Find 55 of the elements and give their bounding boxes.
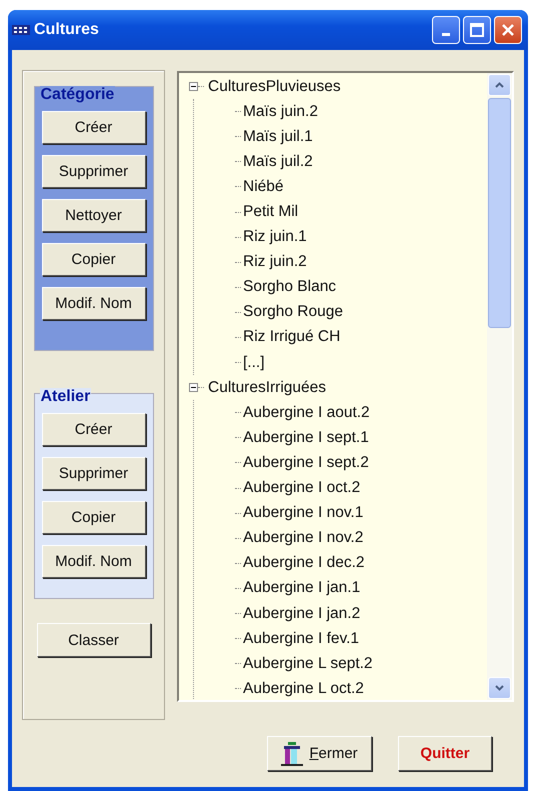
collapse-icon[interactable] bbox=[189, 82, 198, 92]
tree-item[interactable]: Aubergine L oct.2 bbox=[243, 680, 364, 698]
tree-item[interactable]: Aubergine I fev.1 bbox=[243, 630, 360, 648]
tree-item[interactable]: Riz juin.1 bbox=[243, 228, 307, 246]
atelier-button[interactable]: Copier bbox=[42, 501, 146, 534]
tree-item[interactable]: Riz juin.2 bbox=[243, 253, 307, 272]
tree-item[interactable]: Riz Irrigué CH bbox=[243, 328, 340, 346]
scroll-up-button[interactable] bbox=[488, 74, 511, 96]
scroll-thumb[interactable] bbox=[488, 98, 511, 328]
category-button[interactable]: Nettoyer bbox=[42, 199, 146, 232]
tree-item[interactable]: Aubergine I jan.1 bbox=[243, 579, 360, 598]
tree-item[interactable]: Sorgho Rouge bbox=[243, 303, 343, 322]
tree-node[interactable]: CulturesIrriguées bbox=[208, 378, 326, 397]
category-button[interactable]: Modif. Nom bbox=[42, 287, 146, 320]
door-icon bbox=[281, 742, 304, 766]
maximize-button[interactable] bbox=[463, 16, 491, 44]
atelier-button[interactable]: Créer bbox=[42, 413, 146, 446]
grid-icon bbox=[12, 23, 30, 37]
vertical-scrollbar[interactable] bbox=[487, 73, 512, 700]
tree-item[interactable]: [...] bbox=[243, 354, 265, 372]
tree-item[interactable]: Aubergine I oct.2 bbox=[243, 479, 360, 498]
atelier-button[interactable]: Supprimer bbox=[42, 457, 146, 490]
tree-node[interactable]: CulturesPluvieuses bbox=[208, 78, 341, 96]
tree-item[interactable]: Niébé bbox=[243, 178, 284, 196]
close-button[interactable]: Fermer bbox=[267, 736, 372, 771]
close-button[interactable] bbox=[494, 16, 522, 44]
tree-item[interactable]: Maïs juil.1 bbox=[243, 128, 313, 146]
tree-item[interactable]: Maïs juin.2 bbox=[243, 102, 318, 121]
tree-item[interactable]: Aubergine I dec.2 bbox=[243, 554, 365, 572]
category-button[interactable]: Créer bbox=[42, 111, 146, 144]
tree-item[interactable]: Aubergine I nov.2 bbox=[243, 529, 364, 548]
chevron-down-icon bbox=[495, 685, 504, 691]
category-button[interactable]: Copier bbox=[42, 243, 146, 276]
scroll-down-button[interactable] bbox=[488, 677, 511, 699]
category-button[interactable]: Supprimer bbox=[42, 155, 146, 188]
atelier-button[interactable]: Modif. Nom bbox=[42, 545, 146, 578]
tree-item[interactable]: Aubergine L sept.2 bbox=[243, 654, 373, 673]
tree-item[interactable]: Petit Mil bbox=[243, 203, 298, 222]
sort-button[interactable]: Classer bbox=[36, 623, 150, 657]
quit-button[interactable]: Quitter bbox=[398, 736, 492, 771]
chevron-up-icon bbox=[495, 82, 504, 88]
tree-item[interactable]: Aubergine I nov.1 bbox=[243, 504, 364, 522]
group-title: Catégorie bbox=[40, 86, 116, 104]
tree-item[interactable]: Aubergine I sept.2 bbox=[243, 454, 369, 472]
tree-item[interactable]: Aubergine I jan.2 bbox=[243, 604, 360, 623]
collapse-icon[interactable] bbox=[189, 383, 198, 392]
tree-item[interactable]: Maïs juil.2 bbox=[243, 152, 313, 171]
maximize-icon bbox=[470, 23, 484, 37]
tree-item[interactable]: Aubergine I aout.2 bbox=[243, 404, 370, 422]
minimize-button[interactable] bbox=[432, 16, 460, 44]
minimize-icon bbox=[442, 32, 450, 36]
tree-item[interactable]: Aubergine I sept.1 bbox=[243, 428, 369, 447]
close-icon bbox=[501, 23, 515, 37]
tree-item[interactable]: Sorgho Blanc bbox=[243, 278, 336, 296]
window-title: Cultures bbox=[34, 21, 100, 39]
